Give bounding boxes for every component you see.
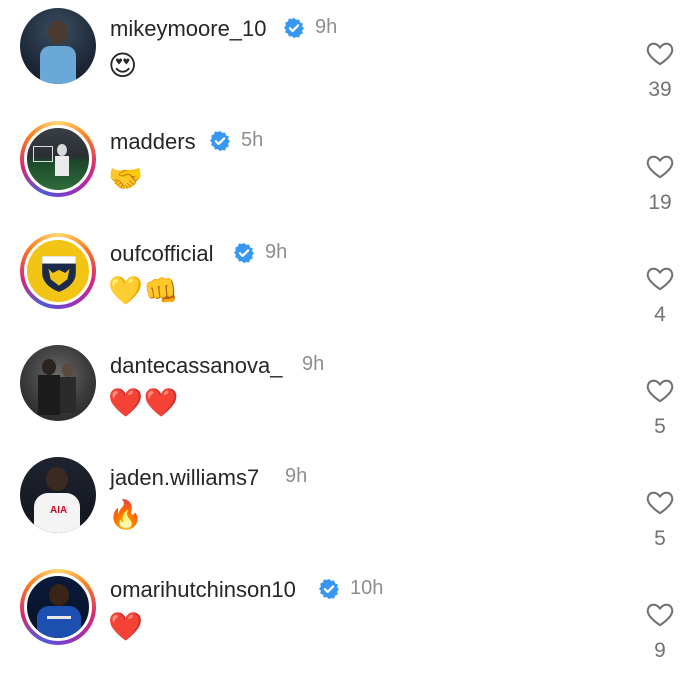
comment-meta: 9h	[285, 465, 307, 488]
comment-username[interactable]: jaden.williams7	[110, 465, 259, 491]
comment-item: AIA jaden.williams7 9h 🔥 5	[0, 449, 700, 561]
like-count: 19	[648, 191, 672, 214]
comment-meta: 5h	[209, 129, 263, 152]
heart-outline-icon[interactable]	[646, 377, 674, 403]
verified-badge-icon	[233, 242, 255, 263]
comment-text: 🔥	[108, 498, 144, 531]
avatar[interactable]	[20, 569, 96, 645]
avatar[interactable]: AIA	[20, 457, 96, 533]
comment-time: 10h	[350, 577, 384, 599]
comment-item: oufcofficial 9h 💛👊 4	[0, 225, 700, 337]
comment-time: 9h	[302, 353, 325, 375]
comment-text: 😍	[108, 49, 139, 82]
comment-username[interactable]: madders	[110, 129, 196, 155]
club-crest-icon	[42, 256, 76, 292]
comment-meta: 9h	[302, 353, 324, 376]
comment-time: 5h	[241, 129, 264, 151]
like-count: 5	[654, 527, 666, 550]
avatar[interactable]	[20, 345, 96, 421]
heart-outline-icon[interactable]	[646, 40, 674, 66]
heart-outline-icon[interactable]	[646, 601, 674, 627]
comment-item: madders 5h 🤝 19	[0, 113, 700, 225]
comment-username[interactable]: oufcofficial	[110, 241, 214, 267]
comment-meta: 9h	[283, 16, 337, 39]
verified-badge-icon	[318, 578, 340, 599]
comment-item: dantecassanova_ 9h ❤️❤️ 5	[0, 337, 700, 449]
verified-badge-icon	[283, 17, 305, 38]
avatar[interactable]	[20, 8, 96, 84]
verified-badge-icon	[209, 130, 231, 151]
comment-time: 9h	[285, 465, 308, 487]
comment-text: 💛👊	[108, 274, 180, 307]
comment-text: ❤️	[108, 610, 144, 643]
comment-time: 9h	[265, 241, 288, 263]
comment-meta: 10h	[318, 577, 383, 600]
comment-username[interactable]: omarihutchinson10	[110, 577, 296, 603]
heart-outline-icon[interactable]	[646, 489, 674, 515]
like-count: 9	[654, 639, 666, 662]
heart-outline-icon[interactable]	[646, 153, 674, 179]
comment-username[interactable]: mikeymoore_10	[110, 16, 267, 42]
avatar[interactable]	[20, 121, 96, 197]
comment-item: omarihutchinson10 10h ❤️ 9	[0, 561, 700, 673]
comment-text: 🤝	[108, 162, 144, 195]
like-count: 4	[654, 303, 666, 326]
comment-username[interactable]: dantecassanova_	[110, 353, 282, 379]
like-count: 39	[648, 78, 672, 101]
like-count: 5	[654, 415, 666, 438]
heart-outline-icon[interactable]	[646, 265, 674, 291]
comment-time: 9h	[315, 16, 338, 38]
comments-list: mikeymoore_10 9h 😍 39 madders 5h 🤝 19 ou…	[0, 0, 700, 662]
comment-item: mikeymoore_10 9h 😍 39	[0, 0, 700, 112]
avatar[interactable]	[20, 233, 96, 309]
comment-text: ❤️❤️	[108, 386, 180, 419]
comment-meta: 9h	[233, 241, 287, 264]
